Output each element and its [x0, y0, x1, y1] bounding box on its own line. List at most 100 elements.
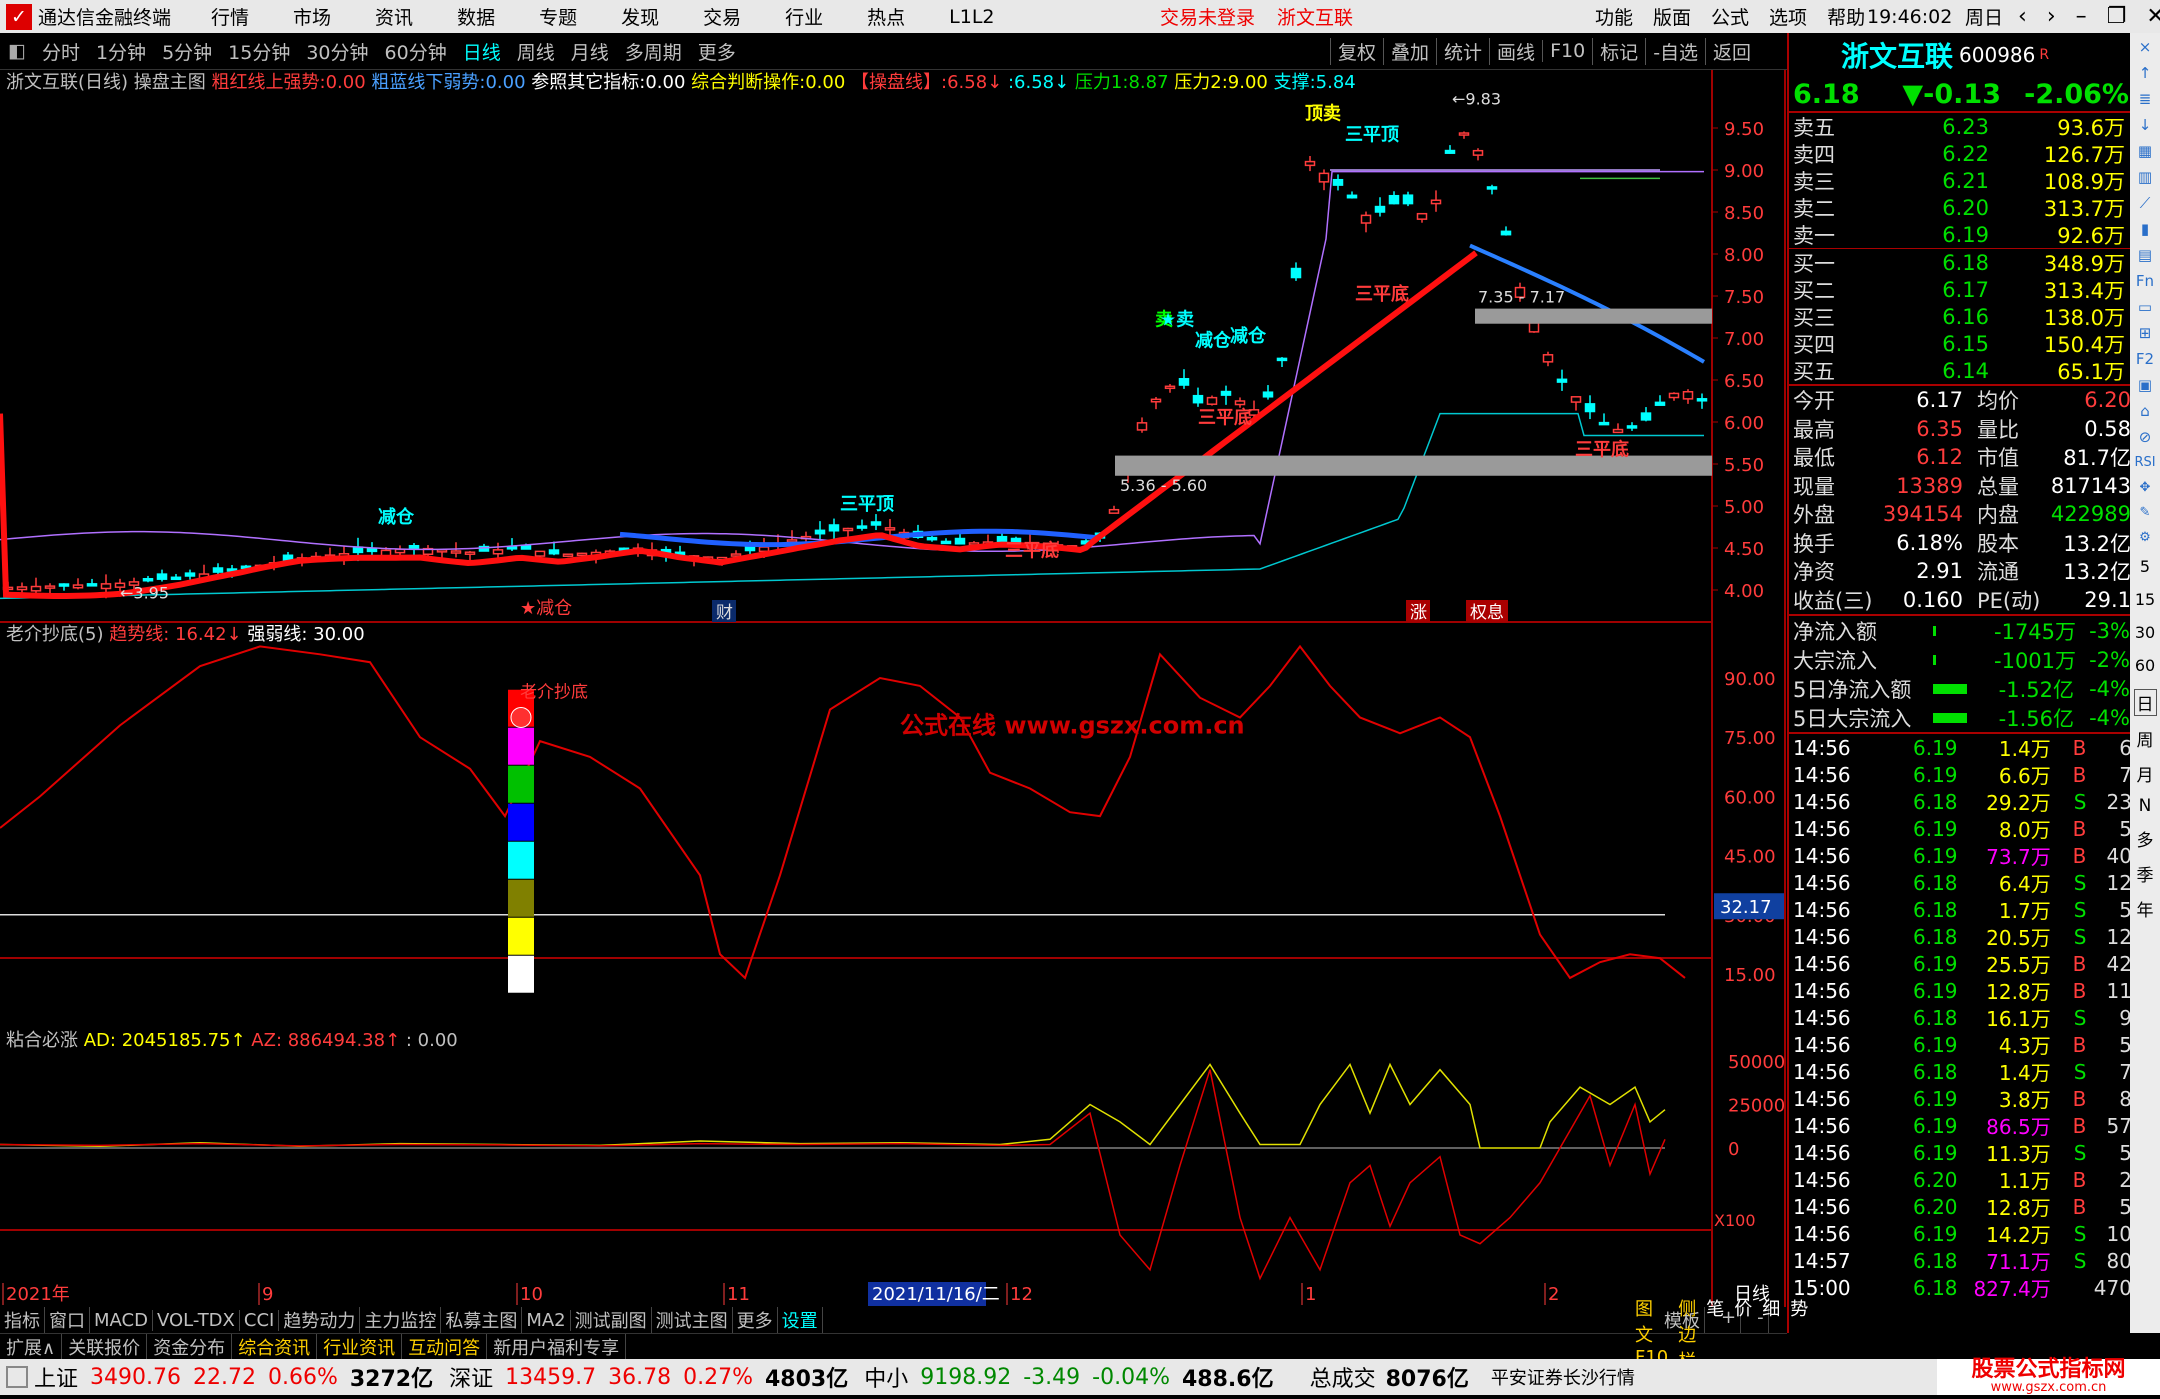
period-letter[interactable]: 周: [2137, 726, 2154, 751]
period-tab[interactable]: 更多: [690, 38, 744, 65]
grid-icon[interactable]: ▦: [2138, 143, 2152, 159]
period-letter[interactable]: 季: [2137, 861, 2154, 886]
menu-item[interactable]: 行情: [211, 3, 249, 30]
period-tab[interactable]: 30分钟: [298, 38, 376, 65]
layout-icon[interactable]: ⊞: [2139, 325, 2152, 341]
right-menu-item[interactable]: 功能: [1595, 3, 1633, 30]
index-item[interactable]: 上证 3490.76 22.72 0.66% 3272亿: [34, 1361, 433, 1393]
indicator-tab[interactable]: 窗口: [45, 1307, 90, 1333]
up-icon[interactable]: ↑: [2139, 65, 2152, 81]
indicator-tab[interactable]: 趋势动力: [279, 1307, 361, 1333]
indicator-tab[interactable]: 私募主图: [441, 1307, 523, 1333]
period-tab[interactable]: 60分钟: [377, 38, 455, 65]
period-letter[interactable]: 年: [2137, 896, 2154, 921]
candle-body: [576, 552, 588, 557]
period-number[interactable]: 5: [2140, 557, 2150, 576]
home-icon[interactable]: ⌂: [2140, 403, 2150, 419]
back-arrow-icon[interactable]: ‹: [2018, 4, 2027, 29]
indicator-tab[interactable]: 主力监控: [360, 1307, 442, 1333]
period-tab[interactable]: 日线: [455, 38, 509, 65]
indicator-tab[interactable]: CCI: [240, 1309, 280, 1331]
move-icon[interactable]: ✥: [2140, 480, 2151, 495]
right-menu-item[interactable]: 公式: [1711, 3, 1749, 30]
close-icon[interactable]: ✕: [2146, 4, 2160, 29]
period-letter[interactable]: 日: [2133, 689, 2157, 716]
index-item[interactable]: 中小 9198.92 -3.49 -0.04% 488.6亿: [864, 1361, 1273, 1393]
right-menu-item[interactable]: 选项: [1769, 3, 1807, 30]
period-number[interactable]: 30: [2135, 623, 2155, 642]
menu-item[interactable]: 行业: [785, 3, 823, 30]
indicator-tab[interactable]: 测试主图: [652, 1307, 733, 1333]
indicator-tab[interactable]: VOL-TDX: [153, 1309, 240, 1331]
period-number[interactable]: 15: [2135, 590, 2155, 609]
right-menu-item[interactable]: 版面: [1653, 3, 1691, 30]
down-icon[interactable]: ↓: [2139, 117, 2152, 133]
rsi-icon[interactable]: RSI: [2134, 455, 2155, 470]
menu-item[interactable]: 数据: [457, 3, 495, 30]
indicator-tab[interactable]: MA2: [522, 1309, 571, 1331]
table-icon[interactable]: ▤: [2138, 247, 2152, 263]
indicator-tab[interactable]: 更多: [733, 1307, 778, 1333]
restore-icon[interactable]: ❐: [2107, 4, 2127, 29]
menu-item[interactable]: 交易: [703, 3, 741, 30]
panel-icon[interactable]: ▣: [2138, 377, 2152, 393]
chart-action-button[interactable]: 画线: [1489, 37, 1542, 65]
menu-item[interactable]: L1L2: [949, 6, 994, 28]
extension-tab[interactable]: 资金分布: [147, 1334, 233, 1360]
price-pct: -2.06%: [2024, 78, 2129, 110]
menu-item[interactable]: 专题: [539, 3, 577, 30]
f10-icon[interactable]: Fn: [2136, 273, 2154, 289]
period-tab[interactable]: 月线: [563, 38, 617, 65]
period-letter[interactable]: 月: [2137, 761, 2154, 786]
period-tab[interactable]: 1分钟: [88, 38, 154, 65]
menu-item[interactable]: 市场: [293, 3, 331, 30]
chart-area[interactable]: 浙文互联(日线) 操盘主图 粗红线上强势:0.00 粗蓝线下弱势:0.00 参照…: [0, 70, 1787, 1307]
period-tab[interactable]: 5分钟: [154, 38, 220, 65]
extension-tab[interactable]: 行业资讯: [317, 1334, 403, 1360]
chart-action-button[interactable]: -自选: [1645, 37, 1705, 65]
list-icon[interactable]: ≣: [2139, 91, 2152, 107]
period-tab[interactable]: 周线: [509, 38, 563, 65]
index-item[interactable]: 深证 13459.7 36.78 0.27% 4803亿: [449, 1361, 848, 1393]
trend-icon[interactable]: ⟋: [2140, 195, 2151, 211]
window-icon[interactable]: ▭: [2138, 299, 2152, 315]
menu-item[interactable]: 资讯: [375, 3, 413, 30]
login-status[interactable]: 交易未登录: [1160, 3, 1255, 30]
toolbar-menu-icon[interactable]: ◧: [0, 40, 34, 62]
chart-action-button[interactable]: 返回: [1705, 37, 1758, 65]
period-number[interactable]: 60: [2135, 656, 2155, 675]
index-value: 9198.92: [920, 1364, 1012, 1390]
right-menu-item[interactable]: 帮助: [1827, 3, 1865, 30]
block-icon[interactable]: ⊘: [2139, 429, 2152, 445]
period-tab[interactable]: 15分钟: [220, 38, 298, 65]
extension-tab[interactable]: 互动问答: [402, 1334, 488, 1360]
forward-arrow-icon[interactable]: ›: [2047, 4, 2056, 29]
extension-tab[interactable]: 扩展∧: [0, 1334, 63, 1360]
chart-action-button[interactable]: 统计: [1436, 37, 1489, 65]
f2-icon[interactable]: F2: [2136, 351, 2154, 367]
menu-item[interactable]: 热点: [867, 3, 905, 30]
period-letter[interactable]: N: [2139, 796, 2152, 816]
chart-action-button[interactable]: 叠加: [1383, 37, 1436, 65]
period-letter[interactable]: 多: [2137, 826, 2154, 851]
signal-label: 三平顶: [1345, 125, 1399, 146]
indicator-tab[interactable]: 测试副图: [571, 1307, 652, 1333]
period-tab[interactable]: 分时: [34, 38, 88, 65]
minimize-icon[interactable]: –: [2076, 4, 2087, 29]
bar-icon[interactable]: ▥: [2138, 169, 2152, 185]
indicator-tab[interactable]: MACD: [90, 1309, 153, 1331]
chart-action-button[interactable]: 标记: [1592, 37, 1645, 65]
close-icon[interactable]: ×: [2139, 39, 2152, 55]
chart-action-button[interactable]: 复权: [1330, 37, 1383, 65]
indicator-tab[interactable]: 指标: [0, 1307, 45, 1333]
pen-icon[interactable]: ✎: [2140, 505, 2151, 520]
chart-action-button[interactable]: F10: [1542, 40, 1592, 62]
settings-icon[interactable]: ⚙: [2139, 530, 2151, 545]
extension-tab[interactable]: 新用户福利专享: [487, 1334, 627, 1360]
candle-icon[interactable]: ▮: [2141, 221, 2149, 237]
indicator-tab[interactable]: 设置: [778, 1307, 823, 1333]
extension-tab[interactable]: 综合资讯: [232, 1334, 318, 1360]
extension-tab[interactable]: 关联报价: [62, 1334, 148, 1360]
menu-item[interactable]: 发现: [621, 3, 659, 30]
period-tab[interactable]: 多周期: [617, 38, 690, 65]
